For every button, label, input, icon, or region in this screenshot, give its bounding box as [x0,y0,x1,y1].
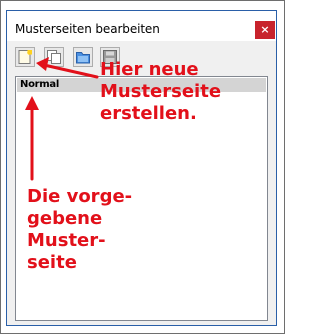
annotation-line: seite [27,252,77,273]
annotation-default-hint: Die vorge- gebene Muster- seite [27,186,132,274]
arrow-to-new-button [42,63,99,79]
annotation-create-hint: Hier neue Musterseite erstellen. [100,59,221,125]
annotation-line: gebene [27,208,103,229]
annotation-line: Muster- [27,230,106,251]
annotation-line: Hier neue [100,59,199,80]
arrowhead-new-button [36,57,49,71]
annotation-line: Musterseite [100,81,222,102]
annotation-line: erstellen. [100,103,197,124]
annotation-arrows [25,57,99,181]
arrowhead-normal-item [25,96,39,110]
annotation-line: Die vorge- [27,186,133,207]
